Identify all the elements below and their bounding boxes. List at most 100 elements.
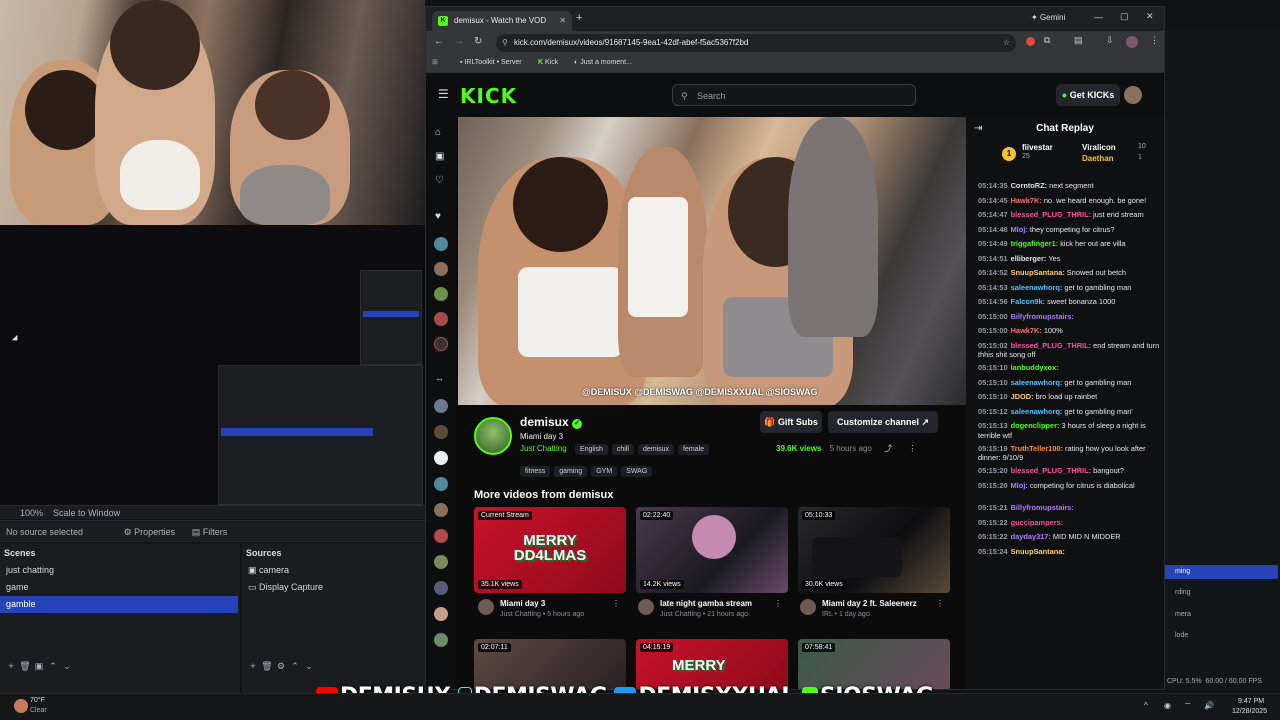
add-icon[interactable]: + <box>4 661 18 671</box>
channel-avatar[interactable] <box>434 477 448 491</box>
tag-pill[interactable]: SWAG <box>621 466 653 477</box>
down-icon[interactable]: ⌄ <box>60 661 74 672</box>
favorites-icon[interactable]: ♥ <box>435 211 441 222</box>
chat-username[interactable]: blessed_PLUG_THRIL: <box>1011 466 1092 475</box>
extensions-icon[interactable]: ⧉ <box>1044 35 1050 46</box>
tag-pill[interactable]: fitness <box>520 466 551 477</box>
tag-pill[interactable]: female <box>678 444 710 455</box>
chat-username[interactable]: Billyfromupstairs: <box>1011 503 1074 512</box>
chat-username[interactable]: JDOD: <box>1011 392 1034 401</box>
clock-time[interactable]: 9:47 PM <box>1238 698 1264 705</box>
source-item[interactable]: ▣ camera <box>242 562 425 579</box>
hamburger-menu-icon[interactable]: ☰ <box>438 87 449 101</box>
gear-icon[interactable]: ⚙ <box>274 661 288 672</box>
channel-avatar[interactable] <box>434 337 448 351</box>
back-icon[interactable]: ← <box>434 36 444 47</box>
channel-avatar[interactable] <box>434 529 448 543</box>
scale-label[interactable]: Scale to Window <box>53 508 120 518</box>
chat-username[interactable]: guccipampers: <box>1011 518 1064 527</box>
trash-icon[interactable]: 🗑 <box>260 661 274 672</box>
close-tab-icon[interactable]: ✕ <box>559 11 566 31</box>
channel-mini-avatar[interactable] <box>638 599 654 615</box>
channel-avatar[interactable] <box>434 581 448 595</box>
tag-pill[interactable]: demisux <box>637 444 675 455</box>
gift-subs-button[interactable]: 🎁 Gift Subs <box>760 411 822 433</box>
more-options-icon[interactable]: ⋮ <box>612 599 620 608</box>
chat-username[interactable]: Mloj: <box>1011 225 1028 234</box>
customize-channel-button[interactable]: Customize channel ↗ <box>828 411 938 433</box>
right-item[interactable]: mera <box>1165 611 1191 618</box>
leader-name[interactable]: Daethan <box>1082 154 1114 163</box>
chat-username[interactable]: dayday317: <box>1011 532 1051 541</box>
properties-button[interactable]: ⚙ Properties <box>124 527 176 537</box>
forward-icon[interactable]: → <box>454 36 464 47</box>
extension-icon[interactable] <box>1026 37 1035 46</box>
chat-username[interactable]: triggafinger1: <box>1011 239 1059 248</box>
tag-pill[interactable]: gaming <box>554 466 588 477</box>
video-title[interactable]: late night gamba stream <box>660 599 752 608</box>
user-avatar[interactable] <box>1124 86 1142 104</box>
address-bar[interactable]: ⚲ kick.com/demisux/videos/91687145-9ea1-… <box>496 34 1016 52</box>
channel-mini-avatar[interactable] <box>478 599 494 615</box>
browse-icon[interactable]: ▣ <box>435 151 444 162</box>
bookmark-star-icon[interactable]: ☆ <box>1003 34 1010 52</box>
weather-icon[interactable] <box>14 699 28 713</box>
video-player[interactable]: @DEMISUX @DEMISWAG @DEMISXXUAL @SIOSWAG <box>458 117 966 405</box>
up-icon[interactable]: ⌃ <box>288 661 302 672</box>
tray-chevron-icon[interactable]: ^ <box>1144 701 1148 710</box>
trash-icon[interactable]: 🗑 <box>18 661 32 672</box>
video-thumbnail[interactable]: 02:22:40 14.2K views <box>636 507 788 593</box>
chat-username[interactable]: SnuupSantana: <box>1011 268 1065 277</box>
wifi-icon[interactable]: ⌔ <box>1184 701 1192 711</box>
chat-username[interactable]: lanbuddyxox: <box>1011 363 1059 372</box>
right-item[interactable]: lode <box>1165 632 1188 639</box>
tag-pill[interactable]: chill <box>611 444 634 455</box>
channel-name-row[interactable]: demisux ✓ <box>520 415 583 429</box>
chat-username[interactable]: blessed_PLUG_THRIL: <box>1011 341 1092 350</box>
channel-avatar[interactable] <box>434 451 448 465</box>
chat-username[interactable]: dogenclipper: <box>1011 421 1060 430</box>
add-icon[interactable]: + <box>246 661 260 671</box>
expand-icon[interactable]: ↔ <box>435 373 444 383</box>
gemini-button[interactable]: ✦ Gemini <box>1031 13 1065 22</box>
source-item[interactable]: ▭ Display Capture <box>242 579 425 596</box>
channel-avatar[interactable] <box>434 237 448 251</box>
filter-icon[interactable]: ▣ <box>32 661 46 672</box>
channel-avatar[interactable] <box>434 425 448 439</box>
chat-username[interactable]: blessed_PLUG_THRIL: <box>1011 210 1092 219</box>
more-options-icon[interactable]: ⋮ <box>936 599 944 608</box>
bookmark-item[interactable]: K Kick <box>538 59 558 66</box>
bookmark-item[interactable]: ▪ IRLToolkit • Server <box>460 59 522 66</box>
video-thumbnail[interactable]: 02:07:11 <box>474 639 626 689</box>
volume-icon[interactable]: 🔊 <box>1204 701 1214 710</box>
more-options-icon[interactable]: ⋮ <box>774 599 782 608</box>
channel-avatar[interactable] <box>434 399 448 413</box>
channel-avatar[interactable] <box>434 633 448 647</box>
channel-avatar[interactable] <box>434 555 448 569</box>
scene-item[interactable]: just chatting <box>0 562 240 579</box>
get-kicks-button[interactable]: ● Get KICKs <box>1056 84 1120 106</box>
channel-avatar[interactable] <box>434 287 448 301</box>
chat-username[interactable]: saleenawhorq: <box>1011 283 1063 292</box>
right-item[interactable]: rding <box>1165 589 1191 596</box>
category-link[interactable]: Just Chatting <box>520 444 567 453</box>
apps-icon[interactable]: ⊞ <box>432 58 438 66</box>
leader-name[interactable]: fiivestar <box>1022 143 1053 152</box>
reload-icon[interactable]: ↻ <box>474 36 482 47</box>
sidepanel-icon[interactable]: ▤ <box>1074 35 1083 46</box>
chat-username[interactable]: TruthTeller100: <box>1011 444 1063 453</box>
scene-item-selected[interactable]: gamble <box>0 596 238 613</box>
weather-temp[interactable]: 70°F <box>30 697 45 704</box>
bookmark-item[interactable]: ◐ Just a moment... <box>574 59 632 66</box>
channel-mini-avatar[interactable] <box>800 599 816 615</box>
video-thumbnail[interactable]: 07:58:41 <box>798 639 950 689</box>
chat-username[interactable]: elliberger: <box>1011 254 1047 263</box>
profile-avatar[interactable] <box>1126 36 1138 48</box>
video-thumbnail[interactable]: MERRY 04:15:19 <box>636 639 788 689</box>
up-icon[interactable]: ⌃ <box>46 661 60 672</box>
video-title[interactable]: Miami day 2 ft. Saleenerz <box>822 599 917 608</box>
more-options-icon[interactable]: ⋮ <box>908 444 916 453</box>
following-icon[interactable]: ♡ <box>435 175 444 186</box>
maximize-icon[interactable]: ▢ <box>1120 11 1129 22</box>
tag-pill[interactable]: English <box>574 444 608 455</box>
